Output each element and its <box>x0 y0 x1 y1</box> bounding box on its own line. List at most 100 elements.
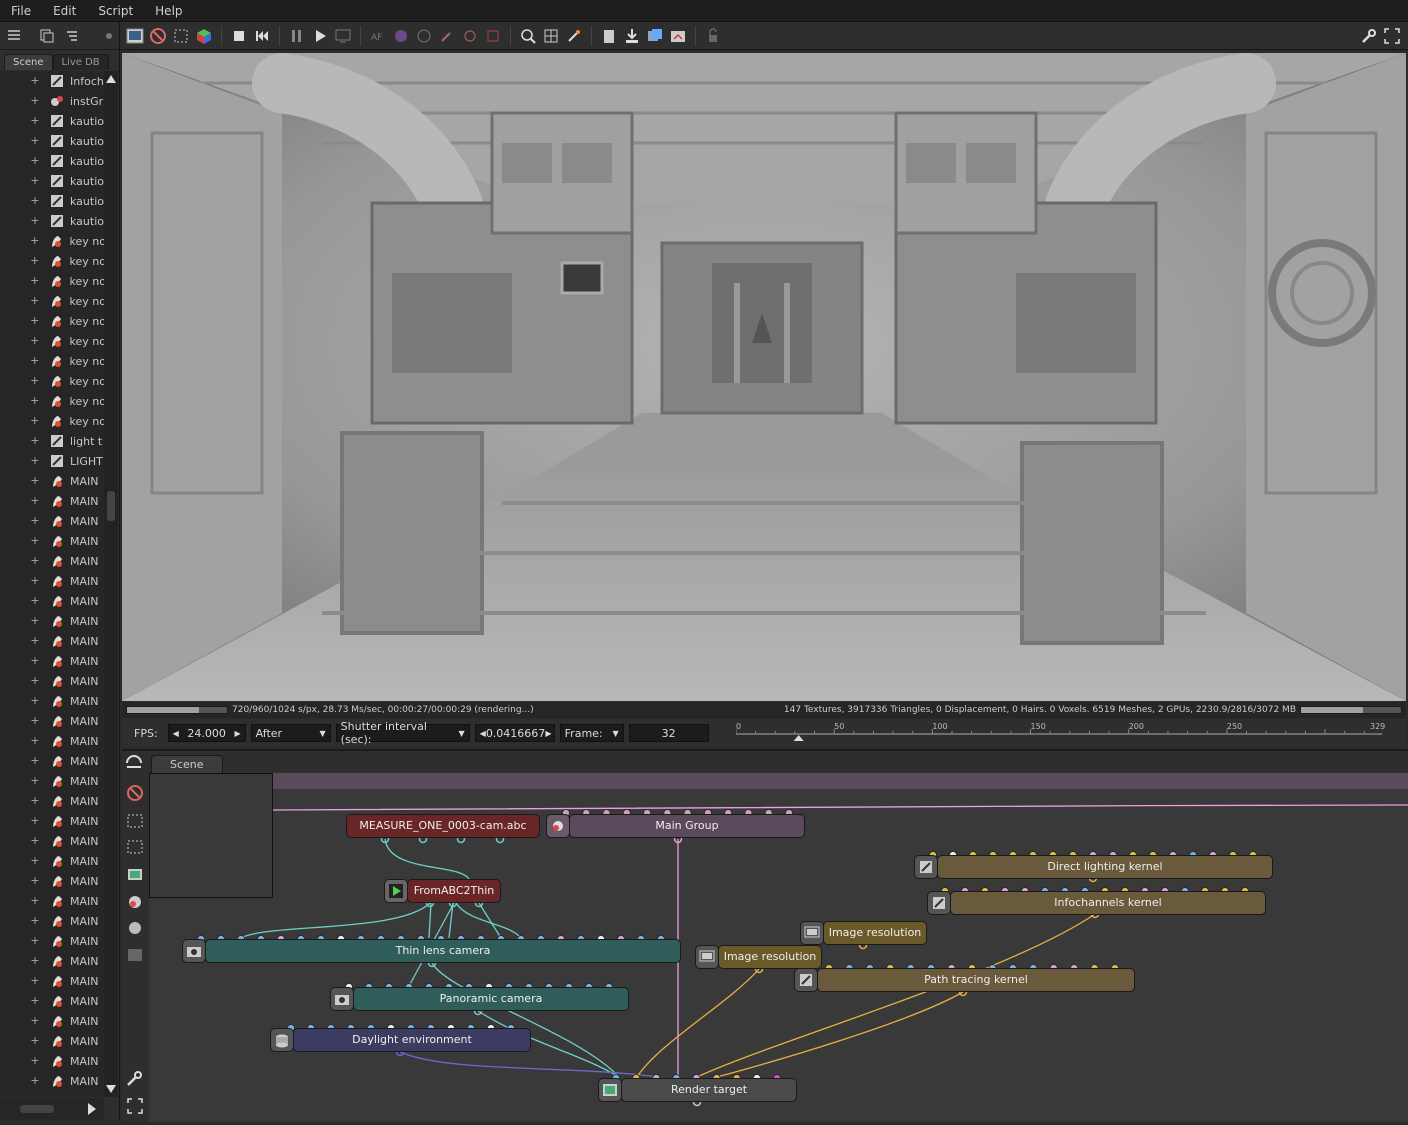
expand-icon[interactable]: + <box>30 275 39 286</box>
fps-field[interactable]: ◀ 24.000 ▶ <box>167 724 246 742</box>
sphere-icon[interactable] <box>129 922 141 934</box>
expand-icon[interactable]: + <box>30 435 40 446</box>
menu-help[interactable]: Help <box>144 4 193 18</box>
delete-node-icon[interactable] <box>127 785 143 801</box>
tree-row[interactable]: + LIGHT <box>0 451 104 471</box>
menu-edit[interactable]: Edit <box>42 4 87 18</box>
arrow-right-icon[interactable]: ▶ <box>545 729 551 738</box>
refresh-icon[interactable] <box>126 755 142 768</box>
expand-icon[interactable]: + <box>30 775 40 786</box>
tree-row[interactable]: + MAIN <box>0 671 104 691</box>
tree-row[interactable]: + MAIN <box>0 851 104 871</box>
tree-row[interactable]: + kautio <box>0 191 104 211</box>
autofocus-icon[interactable]: AF <box>368 26 388 46</box>
frame-select[interactable]: Frame: ▼ <box>559 724 624 742</box>
tree-row[interactable]: + key no <box>0 291 104 311</box>
expand-icon[interactable]: + <box>30 315 39 326</box>
material-pick-icon[interactable] <box>414 26 434 46</box>
tree-row[interactable]: + key no <box>0 371 104 391</box>
texture-icon[interactable] <box>128 949 142 961</box>
expand-icon[interactable]: + <box>30 755 40 766</box>
expand-icon[interactable]: + <box>30 355 39 366</box>
cube-icon[interactable] <box>194 26 214 46</box>
tree-row[interactable]: + key no <box>0 391 104 411</box>
scroll-down-icon[interactable] <box>104 1083 118 1095</box>
tree-row[interactable]: + MAIN <box>0 511 104 531</box>
tree-row[interactable]: + key no <box>0 311 104 331</box>
tree-row[interactable]: + MAIN <box>0 771 104 791</box>
wand-icon[interactable] <box>564 26 584 46</box>
expand-icon[interactable]: + <box>30 255 39 266</box>
tree-row[interactable]: + MAIN <box>0 471 104 491</box>
save-passes-icon[interactable] <box>645 26 665 46</box>
outliner-scrollbar[interactable] <box>104 71 118 1097</box>
script-play-icon[interactable] <box>384 879 408 903</box>
copy-clipboard-icon[interactable] <box>599 26 619 46</box>
stop-icon[interactable] <box>229 26 249 46</box>
environment-icon[interactable] <box>270 1028 294 1052</box>
tab-node-scene[interactable]: Scene <box>151 755 223 773</box>
node-image-resolution-1[interactable]: Image resolution <box>823 921 927 945</box>
copy-icon[interactable] <box>37 26 56 46</box>
expand-icon[interactable]: + <box>30 655 40 666</box>
tree-row[interactable]: + light t <box>0 431 104 451</box>
tree-row[interactable]: + key no <box>0 351 104 371</box>
grid-icon[interactable] <box>541 26 561 46</box>
expand-icon[interactable]: + <box>30 735 40 746</box>
tree-row[interactable]: + MAIN <box>0 1051 104 1071</box>
node-measure-geometry[interactable]: MEASURE_ONE_0003-cam.abc <box>346 814 540 838</box>
tab-scene[interactable]: Scene <box>4 54 53 70</box>
render-target-icon[interactable] <box>598 1078 622 1102</box>
lock-icon[interactable] <box>703 26 723 46</box>
node-main-group[interactable]: Main Group <box>569 814 805 838</box>
tree-row[interactable]: + key no <box>0 411 104 431</box>
expand-icon[interactable]: + <box>30 395 39 406</box>
expand-icon[interactable]: + <box>30 1055 40 1066</box>
tree-row[interactable]: + MAIN <box>0 951 104 971</box>
save-render-icon[interactable] <box>622 26 642 46</box>
tree-row[interactable]: + MAIN <box>0 931 104 951</box>
tree-row[interactable]: + MAIN <box>0 751 104 771</box>
restart-icon[interactable] <box>252 26 272 46</box>
play-icon[interactable] <box>310 26 330 46</box>
expand-icon[interactable]: + <box>30 575 40 586</box>
expand-icon[interactable]: + <box>30 955 40 966</box>
expand-icon[interactable]: + <box>30 115 40 126</box>
tree-row[interactable]: + MAIN <box>0 591 104 611</box>
expand-icon[interactable]: + <box>30 155 40 166</box>
expand-icon[interactable]: + <box>30 915 40 926</box>
expand-icon[interactable]: + <box>30 375 39 386</box>
tree-row[interactable]: + MAIN <box>0 1071 104 1091</box>
expand-icon[interactable]: + <box>30 135 40 146</box>
expand-icon[interactable]: + <box>30 495 40 506</box>
expand-icon[interactable]: + <box>30 675 40 686</box>
expand-icon[interactable]: + <box>30 235 39 246</box>
list-icon[interactable] <box>4 26 23 46</box>
node-panoramic-camera[interactable]: Panoramic camera <box>353 987 629 1011</box>
tree-row[interactable]: + key no <box>0 271 104 291</box>
tree-row[interactable]: + MAIN <box>0 531 104 551</box>
group-icon[interactable] <box>546 814 570 838</box>
region-icon[interactable] <box>171 26 191 46</box>
expand-icon[interactable]: + <box>30 295 39 306</box>
tree-row[interactable]: + Infoch <box>0 71 104 91</box>
expand-icon[interactable]: + <box>30 515 40 526</box>
kernel-icon[interactable] <box>927 891 951 915</box>
kernel-icon[interactable] <box>914 855 938 879</box>
tree-row[interactable]: + MAIN <box>0 691 104 711</box>
resolution-icon[interactable] <box>695 945 719 969</box>
expand-icon[interactable]: + <box>30 475 40 486</box>
fullscreen-icon[interactable] <box>127 1098 143 1114</box>
tree-row[interactable]: + kautio <box>0 111 104 131</box>
tree-row[interactable]: + key no <box>0 231 104 251</box>
after-mode-select[interactable]: After ▼ <box>250 724 331 742</box>
expand-icon[interactable]: + <box>30 635 40 646</box>
tree-row[interactable]: + MAIN <box>0 831 104 851</box>
shutter-field[interactable]: ◀ 0.0416667 ▶ <box>474 724 555 742</box>
tree-row[interactable]: + key no <box>0 331 104 351</box>
scroll-thumb[interactable] <box>107 491 115 521</box>
wrench-icon[interactable] <box>1359 26 1379 46</box>
node-thin-lens-camera[interactable]: Thin lens camera <box>205 939 681 963</box>
tree-row[interactable]: + MAIN <box>0 811 104 831</box>
export-graph-icon[interactable] <box>128 869 142 880</box>
